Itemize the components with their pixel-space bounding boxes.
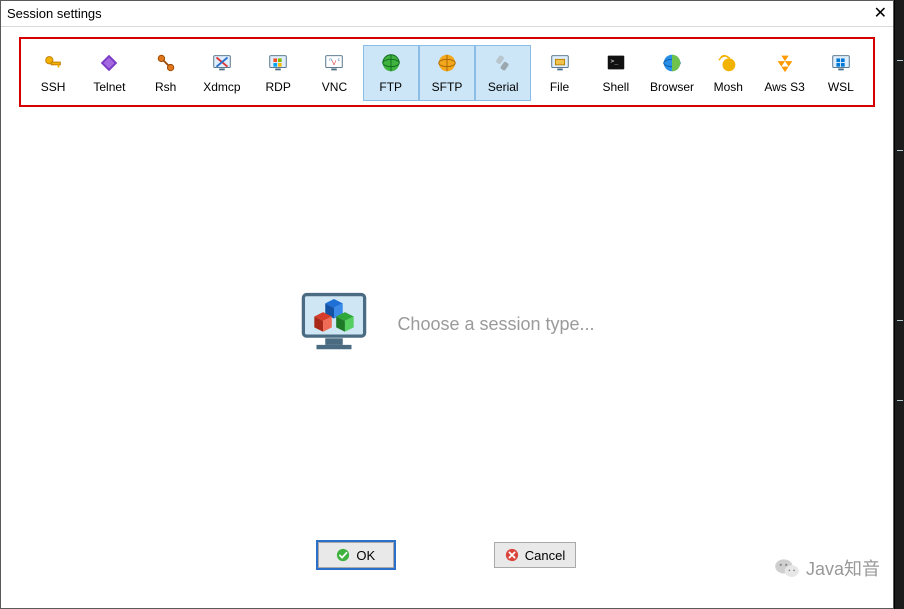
svg-text:>_: >_ <box>610 57 618 65</box>
serial-icon <box>489 50 517 76</box>
ssh-icon <box>39 50 67 76</box>
choose-session-prompt: Choose a session type... <box>397 314 594 335</box>
cross-icon <box>505 548 519 562</box>
cancel-button[interactable]: Cancel <box>494 542 576 568</box>
session-type-label: Telnet <box>82 80 136 94</box>
mosh-icon <box>714 50 742 76</box>
session-type-label: Rsh <box>139 80 193 94</box>
session-type-label: SFTP <box>420 80 474 94</box>
session-type-ftp[interactable]: FTP <box>363 45 419 101</box>
ok-button[interactable]: OK <box>318 542 394 568</box>
session-type-file[interactable]: File <box>531 45 587 101</box>
window-title: Session settings <box>7 6 847 21</box>
rdp-icon <box>264 50 292 76</box>
file-icon <box>546 50 574 76</box>
session-type-ssh[interactable]: SSH <box>25 45 81 101</box>
ftp-icon <box>377 50 405 76</box>
session-type-sftp[interactable]: SFTP <box>419 45 475 101</box>
session-type-label: File <box>532 80 586 94</box>
check-icon <box>336 548 350 562</box>
awss3-icon <box>771 50 799 76</box>
session-settings-dialog: Session settings ✕ SSHTelnetRshXdmcpRDPV… <box>0 0 894 609</box>
session-type-label: Mosh <box>701 80 755 94</box>
session-type-label: Browser <box>645 80 699 94</box>
sftp-icon <box>433 50 461 76</box>
svg-text:V: V <box>332 60 337 67</box>
telnet-icon <box>95 50 123 76</box>
session-type-mosh[interactable]: Mosh <box>700 45 756 101</box>
session-type-awss3[interactable]: Aws S3 <box>756 45 812 101</box>
session-type-label: FTP <box>364 80 418 94</box>
rsh-icon <box>152 50 180 76</box>
session-type-rdp[interactable]: RDP <box>250 45 306 101</box>
center-area: Choose a session type... <box>1 107 893 542</box>
cancel-label: Cancel <box>525 548 565 563</box>
close-icon[interactable]: ✕ <box>847 6 887 22</box>
watermark: Java知音 <box>774 555 880 581</box>
session-type-label: VNC <box>307 80 361 94</box>
session-type-vnc[interactable]: Vnc VNC <box>306 45 362 101</box>
session-type-highlight-box: SSHTelnetRshXdmcpRDP Vnc VNCFTPSFTPSerialF… <box>19 37 875 107</box>
session-type-toolbar: SSHTelnetRshXdmcpRDP Vnc VNCFTPSFTPSerialF… <box>25 45 869 101</box>
monitor-cubes-icon <box>299 288 369 361</box>
session-type-label: RDP <box>251 80 305 94</box>
session-type-xdmcp[interactable]: Xdmcp <box>194 45 250 101</box>
shell-icon: >_ <box>602 50 630 76</box>
wechat-icon <box>774 557 800 579</box>
background-editor-strip <box>894 0 904 609</box>
session-type-rsh[interactable]: Rsh <box>138 45 194 101</box>
browser-icon <box>658 50 686 76</box>
session-type-label: Xdmcp <box>195 80 249 94</box>
titlebar: Session settings ✕ <box>1 1 893 27</box>
vnc-icon: Vnc <box>320 50 348 76</box>
ok-label: OK <box>356 548 375 563</box>
session-type-label: Aws S3 <box>757 80 811 94</box>
xdmcp-icon <box>208 50 236 76</box>
wsl-icon <box>827 50 855 76</box>
session-type-telnet[interactable]: Telnet <box>81 45 137 101</box>
session-type-label: SSH <box>26 80 80 94</box>
session-type-browser[interactable]: Browser <box>644 45 700 101</box>
session-type-label: Serial <box>476 80 530 94</box>
session-type-wsl[interactable]: WSL <box>813 45 869 101</box>
session-type-serial[interactable]: Serial <box>475 45 531 101</box>
session-type-label: WSL <box>814 80 868 94</box>
watermark-text: Java知音 <box>806 555 880 581</box>
session-type-label: Shell <box>589 80 643 94</box>
dialog-button-row: OK Cancel <box>1 542 893 608</box>
session-type-shell[interactable]: >_ Shell <box>588 45 644 101</box>
